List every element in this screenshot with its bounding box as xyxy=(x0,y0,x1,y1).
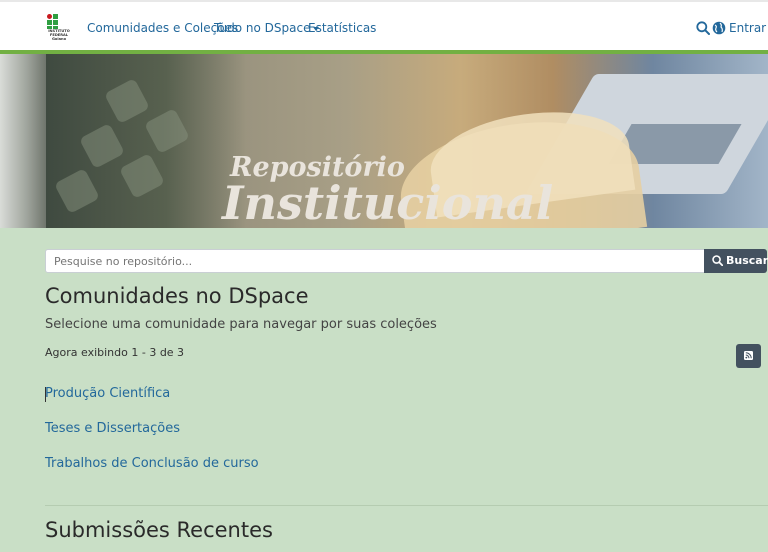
login-label: Entrar xyxy=(729,21,767,35)
community-link[interactable]: Teses e Dissertações xyxy=(45,421,180,436)
section-divider xyxy=(45,505,768,506)
top-navbar: INSTITUTO FEDERAL Goiano Comunidades e C… xyxy=(0,0,768,52)
page-title: Comunidades no DSpace xyxy=(45,284,309,308)
pagination-info: Agora exibindo 1 - 3 de 3 xyxy=(45,346,185,359)
logo-dot xyxy=(47,14,52,19)
logo-square xyxy=(47,20,52,25)
banner-title-line2: Institucional xyxy=(222,176,554,228)
logo-square xyxy=(53,20,58,25)
nav-label: Tudo no DSpace xyxy=(214,21,311,35)
search-icon[interactable] xyxy=(696,21,710,35)
community-link[interactable]: Produção Científica xyxy=(45,386,170,401)
institution-logo[interactable]: INSTITUTO FEDERAL Goiano xyxy=(47,14,71,42)
globe-icon[interactable] xyxy=(712,21,726,35)
banner-edge xyxy=(0,54,46,228)
search-button-label: Buscar xyxy=(726,254,768,267)
nav-browse-dspace[interactable]: Tudo no DSpace xyxy=(214,21,320,35)
page-subtitle: Selecione uma comunidade para navegar po… xyxy=(45,317,437,332)
logo-square xyxy=(53,14,58,19)
search-icon xyxy=(712,255,724,267)
hero-banner: Repositório Institucional xyxy=(0,54,768,228)
repository-search-input[interactable] xyxy=(45,249,705,273)
logo-text: INSTITUTO FEDERAL Goiano xyxy=(48,29,70,41)
rss-feed-button[interactable] xyxy=(736,344,761,368)
community-link[interactable]: Trabalhos de Conclusão de curso xyxy=(45,456,259,471)
recent-submissions-title: Submissões Recentes xyxy=(45,518,273,542)
nav-statistics[interactable]: Estatísticas xyxy=(308,21,376,35)
nav-label: Estatísticas xyxy=(308,21,377,35)
search-button[interactable]: Buscar xyxy=(704,249,768,273)
login-menu[interactable]: Entrar xyxy=(729,21,768,35)
rss-icon xyxy=(744,351,753,360)
